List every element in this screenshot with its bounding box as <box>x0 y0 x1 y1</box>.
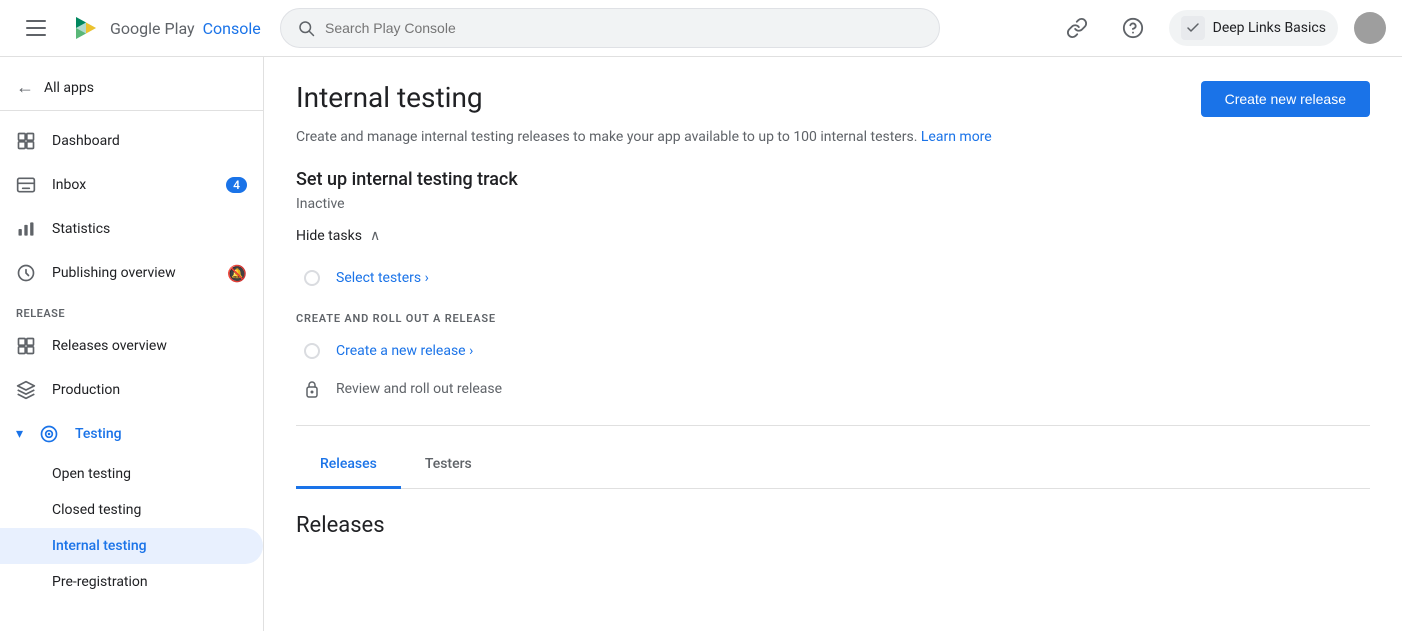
sidebar-sub-item-closed-testing[interactable]: Closed testing <box>0 492 263 528</box>
bell-crossed-icon: 🔕 <box>227 264 247 283</box>
page-subtitle: Create and manage internal testing relea… <box>296 129 1370 145</box>
releases-section-title: Releases <box>296 513 1370 538</box>
page-title: Internal testing <box>296 81 483 114</box>
create-tasks-list: Create a new release › Review and roll o… <box>296 333 1370 409</box>
menu-button[interactable] <box>16 8 56 48</box>
back-arrow-icon: ← <box>16 77 34 98</box>
publishing-icon <box>16 263 36 283</box>
sidebar-sub-item-pre-registration[interactable]: Pre-registration <box>0 564 263 600</box>
sidebar-item-label-releases-overview: Releases overview <box>52 338 247 354</box>
logo-console: Console <box>203 19 261 38</box>
logo-google-play: Google Play <box>110 19 195 38</box>
task-create-release: Create a new release › <box>304 333 1370 369</box>
sidebar-sub-label-closed-testing: Closed testing <box>52 502 141 518</box>
select-testers-link[interactable]: Select testers › <box>336 270 429 286</box>
tasks-list: Select testers › <box>296 260 1370 296</box>
sidebar-sub-label-open-testing: Open testing <box>52 466 131 482</box>
lock-icon <box>304 379 320 399</box>
sidebar-item-publishing-overview[interactable]: Publishing overview 🔕 <box>0 251 263 295</box>
logo-area: Google Play Console <box>68 11 268 45</box>
help-button[interactable] <box>1113 8 1153 48</box>
search-bar[interactable] <box>280 8 940 48</box>
releases-overview-icon <box>16 336 36 356</box>
sidebar-item-production[interactable]: Production <box>0 368 263 412</box>
statistics-icon <box>16 219 36 239</box>
task-select-testers: Select testers › <box>304 260 1370 296</box>
create-roll-out-label: CREATE AND ROLL OUT A RELEASE <box>296 312 1370 325</box>
testing-icon <box>39 424 59 444</box>
avatar[interactable] <box>1354 12 1386 44</box>
search-icon <box>297 19 315 37</box>
dashboard-icon <box>16 131 36 151</box>
release-section-label: Release <box>0 295 263 324</box>
setup-section-title: Set up internal testing track <box>296 169 1370 190</box>
chevron-up-icon: ∧ <box>370 228 380 244</box>
section-divider <box>296 425 1370 426</box>
create-new-release-button[interactable]: Create new release <box>1201 81 1370 117</box>
hide-tasks-button[interactable]: Hide tasks ∧ <box>296 228 1370 244</box>
all-apps-label: All apps <box>44 80 94 96</box>
chevron-down-icon: ▾ <box>16 426 23 442</box>
sidebar-item-statistics[interactable]: Statistics <box>0 207 263 251</box>
link-button[interactable] <box>1057 8 1097 48</box>
sidebar-sub-item-internal-testing[interactable]: Internal testing <box>0 528 263 564</box>
page-header: Internal testing Create new release <box>296 81 1370 117</box>
sidebar-item-label-production: Production <box>52 382 247 398</box>
main-layout: ← All apps Dashboard <box>0 57 1402 631</box>
tab-releases-label: Releases <box>320 456 377 472</box>
task-circle-create-icon <box>304 343 320 359</box>
sidebar-item-dashboard[interactable]: Dashboard <box>0 119 263 163</box>
inbox-icon <box>16 175 36 195</box>
all-apps-link[interactable]: ← All apps <box>0 65 263 111</box>
production-icon <box>16 380 36 400</box>
sidebar-item-label-inbox: Inbox <box>52 177 210 193</box>
inbox-badge: 4 <box>226 177 247 193</box>
review-rollout-text: Review and roll out release <box>336 381 502 397</box>
tabs: Releases Testers <box>296 442 1370 489</box>
sidebar-sub-label-pre-registration: Pre-registration <box>52 574 148 590</box>
sidebar-item-label-dashboard: Dashboard <box>52 133 247 149</box>
page-subtitle-text: Create and manage internal testing relea… <box>296 129 917 145</box>
topbar-right: Deep Links Basics <box>1057 8 1386 48</box>
task-circle-icon <box>304 270 320 286</box>
tab-testers-label: Testers <box>425 456 472 472</box>
sidebar-item-releases-overview[interactable]: Releases overview <box>0 324 263 368</box>
sidebar-item-inbox[interactable]: Inbox 4 <box>0 163 263 207</box>
learn-more-link[interactable]: Learn more <box>921 129 992 145</box>
sidebar-item-testing[interactable]: ▾ Testing <box>0 412 263 456</box>
create-release-link[interactable]: Create a new release › <box>336 343 473 359</box>
main-content: Internal testing Create new release Crea… <box>264 57 1402 631</box>
sidebar-item-label-testing: Testing <box>75 426 247 442</box>
app-chip[interactable]: Deep Links Basics <box>1169 10 1338 46</box>
status-text: Inactive <box>296 196 1370 212</box>
app-name: Deep Links Basics <box>1213 20 1326 36</box>
tab-releases[interactable]: Releases <box>296 442 401 489</box>
task-review-rollout: Review and roll out release <box>304 369 1370 409</box>
sidebar-sub-label-internal-testing: Internal testing <box>52 538 147 554</box>
search-input[interactable] <box>325 20 923 36</box>
sidebar-item-label-statistics: Statistics <box>52 221 247 237</box>
topbar: Google Play Console <box>0 0 1402 57</box>
hide-tasks-label: Hide tasks <box>296 228 362 244</box>
logo-icon <box>68 11 102 45</box>
app-chip-icon <box>1181 16 1205 40</box>
sidebar-item-label-publishing: Publishing overview <box>52 265 211 281</box>
tab-testers[interactable]: Testers <box>401 442 496 489</box>
sidebar: ← All apps Dashboard <box>0 57 264 631</box>
sidebar-sub-item-open-testing[interactable]: Open testing <box>0 456 263 492</box>
